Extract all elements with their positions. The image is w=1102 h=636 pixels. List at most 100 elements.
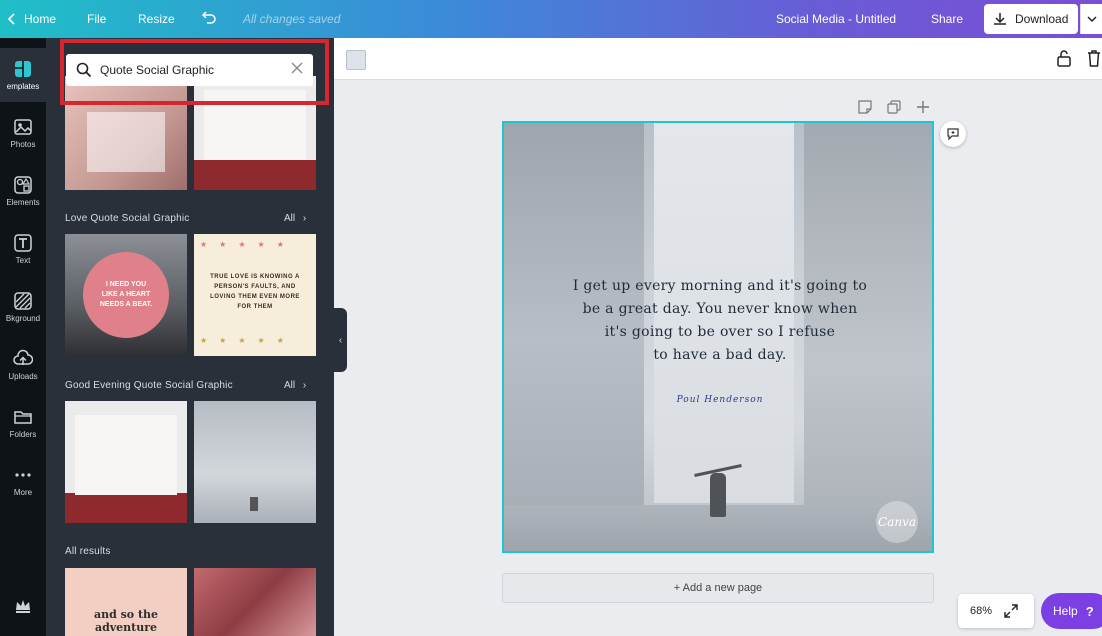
template-thumb-hair[interactable]	[194, 568, 316, 636]
download-options-button[interactable]	[1080, 4, 1102, 34]
rail-background[interactable]: Bkground	[0, 280, 46, 334]
help-label: Help	[1053, 604, 1078, 618]
collapse-panel-button[interactable]: ‹	[334, 308, 347, 372]
canva-watermark: Canva	[876, 501, 918, 543]
template-thumb-1[interactable]	[65, 76, 187, 190]
templates-panel: Quote Social Graphic Love Quote Social G…	[46, 38, 334, 636]
template-thumb-love-heart[interactable]: I NEED YOU LIKE A HEART NEEDS A BEAT.	[65, 234, 187, 356]
crown-icon	[16, 600, 30, 613]
all-link-evening[interactable]: All ›	[284, 380, 306, 391]
rail-templates[interactable]: emplates	[0, 48, 46, 102]
quote-line: I get up every morning and it's going to	[572, 278, 868, 294]
search-input[interactable]: Quote Social Graphic	[100, 63, 214, 77]
chevron-down-icon	[1086, 15, 1097, 23]
zoom-control[interactable]: 68%	[958, 594, 1034, 628]
all-link-label: All	[284, 380, 296, 391]
thumb-band	[194, 160, 316, 190]
chevron-right-icon: ›	[302, 380, 307, 391]
rail-premium[interactable]	[0, 586, 46, 626]
question-icon: ?	[1085, 603, 1094, 619]
top-bar: Home File Resize All changes saved Socia…	[0, 0, 1102, 38]
fullscreen-icon[interactable]	[1004, 604, 1018, 618]
quote-text[interactable]: I get up every morning and it's going to…	[544, 275, 896, 367]
share-button[interactable]: Share	[931, 0, 963, 38]
save-status: All changes saved	[243, 12, 341, 26]
rail-uploads-label: Uploads	[8, 372, 38, 381]
thumb-star-pattern: ★★★★★	[200, 240, 296, 249]
chevron-right-icon: ›	[302, 213, 307, 224]
photos-icon	[14, 119, 32, 135]
template-thumb-true-love[interactable]: TRUE LOVE IS KNOWING A PERSON'S FAULTS, …	[194, 234, 316, 356]
download-label: Download	[1015, 12, 1069, 26]
template-thumb-evening-1[interactable]	[65, 401, 187, 523]
undo-icon	[200, 11, 218, 27]
template-thumb-evening-2[interactable]	[194, 401, 316, 523]
clear-search-icon[interactable]	[291, 61, 303, 79]
rail-text[interactable]: Text	[0, 222, 46, 276]
thumb-text-card	[87, 112, 165, 172]
thumb-card	[204, 90, 306, 160]
duplicate-page-icon[interactable]	[887, 100, 901, 114]
rail-more[interactable]: More	[0, 454, 46, 508]
rail-folders-label: Folders	[9, 430, 37, 439]
add-page-icon[interactable]	[916, 100, 930, 114]
section-love-quote: Love Quote Social Graphic	[65, 213, 190, 224]
thumb-true-love-text: TRUE LOVE IS KNOWING A PERSON'S FAULTS, …	[210, 274, 300, 310]
thumb-figure	[250, 497, 258, 511]
template-thumb-adventure[interactable]: and so the adventure	[65, 568, 187, 636]
add-new-page-button[interactable]: + Add a new page	[502, 573, 934, 603]
home-label: Home	[24, 12, 57, 26]
folder-icon	[14, 411, 32, 424]
quote-line: it's going to be over so I refuse	[604, 324, 836, 340]
all-link-love[interactable]: All ›	[284, 213, 306, 224]
zoom-level: 68%	[970, 605, 993, 617]
thumb-heart-text: I NEED YOU LIKE A HEART NEEDS A BEAT.	[83, 252, 169, 338]
section-all-results: All results	[65, 546, 111, 557]
background-icon	[14, 292, 32, 310]
comment-button[interactable]	[940, 121, 966, 147]
template-thumb-2[interactable]	[194, 76, 316, 190]
text-icon	[14, 234, 32, 252]
comment-add-icon	[946, 127, 960, 141]
quote-line: to have a bad day.	[653, 347, 787, 363]
rail-more-label: More	[13, 488, 33, 497]
person-figure	[710, 473, 726, 517]
rail-photos-label: Photos	[10, 140, 36, 149]
thumb-card	[75, 415, 177, 495]
quote-line: be a great day. You never know when	[582, 301, 858, 317]
background-color-swatch[interactable]	[346, 50, 366, 70]
document-title[interactable]: Social Media - Untitled	[776, 0, 896, 38]
more-dots-icon	[15, 473, 31, 477]
left-rail: emplates Photos Elements Text Bkground U…	[0, 38, 46, 636]
chevron-left-icon	[6, 12, 18, 26]
home-button[interactable]: Home	[6, 0, 56, 38]
rail-text-label: Text	[15, 256, 31, 265]
elements-icon	[14, 176, 32, 194]
chevron-left-icon: ‹	[338, 334, 343, 346]
templates-icon	[15, 61, 31, 77]
upload-icon	[13, 349, 33, 365]
template-search[interactable]: Quote Social Graphic	[66, 54, 313, 86]
undo-button[interactable]	[200, 0, 218, 38]
thumb-band	[65, 493, 187, 523]
rail-elements[interactable]: Elements	[0, 164, 46, 218]
design-page[interactable]: I get up every morning and it's going to…	[502, 121, 934, 553]
page-notes-icon[interactable]	[858, 100, 872, 114]
trash-icon[interactable]	[1086, 49, 1102, 67]
editor-toolbar	[334, 38, 1102, 80]
rail-background-label: Bkground	[5, 314, 41, 323]
rail-templates-label: emplates	[6, 82, 40, 91]
file-menu[interactable]: File	[87, 0, 106, 38]
quote-author[interactable]: Poul Henderson	[504, 395, 932, 405]
search-icon	[76, 62, 92, 78]
download-button[interactable]: Download	[984, 4, 1078, 34]
rail-uploads[interactable]: Uploads	[0, 338, 46, 392]
help-button[interactable]: Help ?	[1041, 593, 1102, 629]
section-good-evening: Good Evening Quote Social Graphic	[65, 380, 233, 391]
rail-photos[interactable]: Photos	[0, 106, 46, 160]
thumb-adventure-text: and so the adventure	[93, 608, 159, 634]
rail-folders[interactable]: Folders	[0, 396, 46, 450]
lock-icon[interactable]	[1056, 49, 1072, 67]
all-link-label: All	[284, 213, 296, 224]
resize-button[interactable]: Resize	[138, 0, 175, 38]
